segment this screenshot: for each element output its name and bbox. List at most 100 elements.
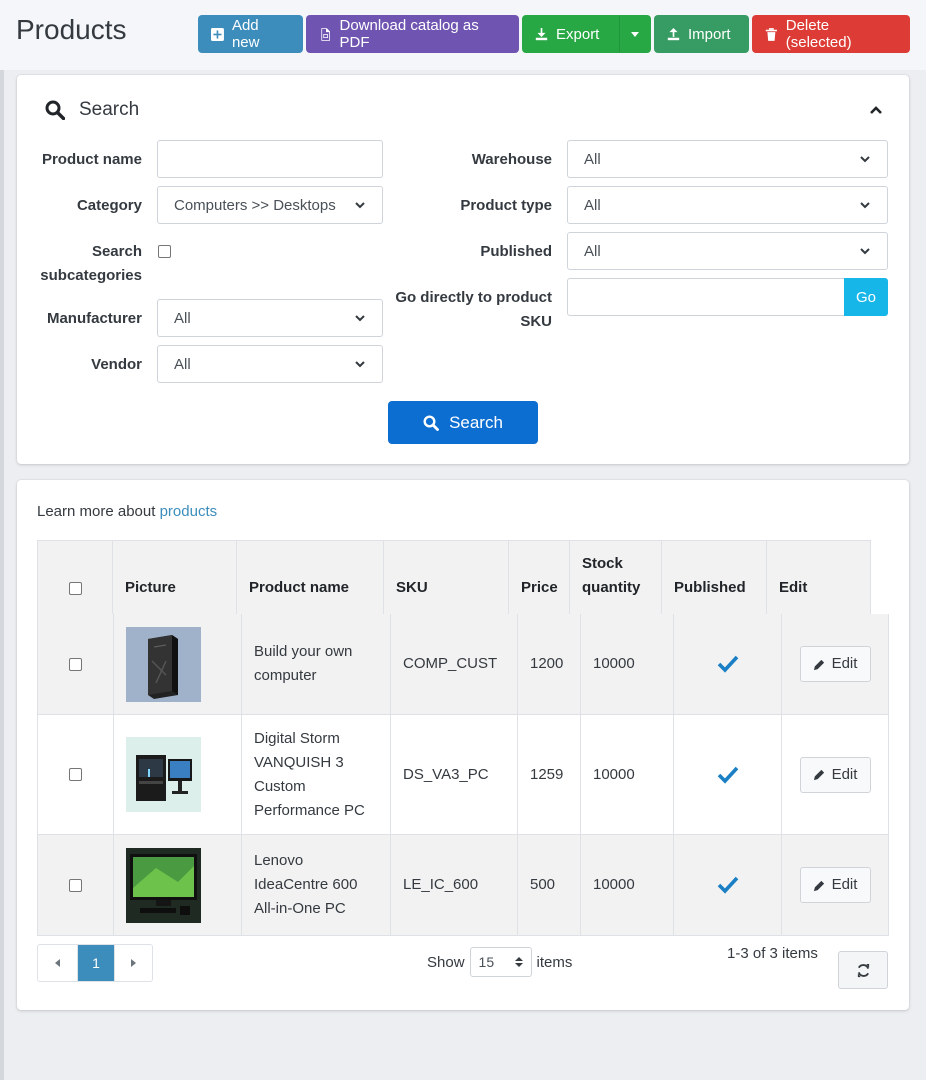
- pencil-icon: [813, 769, 824, 781]
- sort-arrows-icon: [514, 957, 523, 967]
- learn-more-text: Learn more about: [37, 503, 156, 520]
- published-value: All: [584, 242, 601, 260]
- products-list-panel: Learn more about products Picture Produc…: [17, 480, 909, 1010]
- search-panel-header[interactable]: Search: [45, 99, 139, 121]
- caret-down-icon: [631, 31, 640, 37]
- product-name-input[interactable]: [157, 140, 383, 178]
- edit-cell: Edit: [782, 614, 888, 714]
- product-type-select[interactable]: All: [567, 186, 888, 224]
- manufacturer-select[interactable]: All: [157, 299, 383, 337]
- row-checkbox[interactable]: [69, 878, 82, 892]
- chevron-up-icon[interactable]: [869, 103, 883, 117]
- go-to-sku-input[interactable]: [567, 278, 845, 316]
- check-icon: [717, 876, 738, 894]
- sidebar-edge: [0, 0, 4, 1080]
- file-pdf-icon: [321, 27, 330, 41]
- check-icon: [717, 766, 738, 784]
- search-button[interactable]: Search: [388, 401, 538, 444]
- stock-cell: 10000: [581, 715, 674, 834]
- warehouse-select[interactable]: All: [567, 140, 888, 178]
- column-header-product-name[interactable]: Product name: [237, 541, 384, 614]
- category-label: Category: [76, 197, 142, 214]
- product-name-cell: Digital Storm VANQUISH 3 Custom Performa…: [242, 715, 391, 834]
- price-cell: 500: [518, 835, 581, 935]
- product-picture[interactable]: [126, 737, 201, 812]
- edit-button-label: Edit: [831, 765, 858, 783]
- picture-cell: [114, 715, 242, 834]
- published-cell: [674, 835, 782, 935]
- search-panel: Search Product name Category Computers >…: [17, 75, 909, 464]
- product-type-value: All: [584, 196, 601, 214]
- learn-more: Learn more about products: [37, 503, 217, 520]
- header-select-all-cell: [38, 541, 113, 614]
- caret-left-icon: [55, 959, 60, 967]
- add-new-label: Add new: [231, 17, 260, 51]
- published-select[interactable]: All: [567, 232, 888, 270]
- table-row: Lenovo IdeaCentre 600 All-in-One PC LE_I…: [37, 835, 889, 936]
- delete-selected-button[interactable]: Delete (selected): [752, 15, 910, 53]
- products-help-link[interactable]: products: [160, 503, 218, 520]
- edit-button-label: Edit: [831, 876, 858, 893]
- vendor-value: All: [174, 355, 191, 373]
- product-picture[interactable]: [126, 847, 201, 923]
- download-icon: [535, 27, 548, 40]
- column-header-picture[interactable]: Picture: [113, 541, 237, 614]
- upload-icon: [667, 27, 680, 40]
- column-header-edit[interactable]: Edit: [767, 541, 871, 614]
- chevron-down-icon: [860, 248, 870, 255]
- chevron-down-icon: [860, 156, 870, 163]
- price-cell: 1259: [518, 715, 581, 834]
- add-new-button[interactable]: Add new: [198, 15, 303, 53]
- vendor-select[interactable]: All: [157, 345, 383, 383]
- column-header-published[interactable]: Published: [662, 541, 767, 614]
- column-header-sku[interactable]: SKU: [384, 541, 509, 614]
- price-cell: 1200: [518, 614, 581, 714]
- table-row: Digital Storm VANQUISH 3 Custom Performa…: [37, 715, 889, 835]
- search-subcategories-checkbox[interactable]: [158, 245, 171, 258]
- category-value: Computers >> Desktops: [174, 196, 336, 214]
- product-type-label: Product type: [460, 197, 552, 214]
- refresh-icon: [857, 963, 869, 977]
- previous-page-button[interactable]: [38, 945, 78, 981]
- export-main[interactable]: Export: [523, 16, 611, 52]
- import-label: Import: [688, 25, 731, 43]
- edit-button[interactable]: Edit: [799, 646, 871, 682]
- search-subcategories-label: Search subcategories: [40, 243, 142, 284]
- row-select-cell: [38, 614, 114, 714]
- page-size-select[interactable]: 15: [469, 947, 532, 977]
- items-label: items: [536, 953, 573, 971]
- check-icon: [717, 655, 738, 673]
- edit-button[interactable]: Edit: [799, 756, 871, 793]
- export-dropdown-toggle[interactable]: [619, 16, 650, 52]
- page-number-button[interactable]: 1: [78, 945, 114, 981]
- page-size-value: 15: [478, 954, 495, 970]
- search-icon: [45, 100, 65, 120]
- pencil-icon: [813, 659, 824, 670]
- vendor-label: Vendor: [91, 356, 142, 373]
- download-catalog-pdf-button[interactable]: Download catalog as PDF: [306, 15, 519, 53]
- page-title: Products: [16, 14, 127, 45]
- edit-button-label: Edit: [831, 655, 858, 672]
- product-picture[interactable]: [126, 626, 201, 702]
- column-header-stock-quantity[interactable]: Stock quantity: [570, 541, 662, 614]
- warehouse-value: All: [584, 150, 601, 168]
- row-checkbox[interactable]: [69, 657, 82, 671]
- next-page-button[interactable]: [114, 945, 152, 981]
- category-select[interactable]: Computers >> Desktops: [157, 186, 383, 224]
- column-header-price[interactable]: Price: [509, 541, 570, 614]
- go-button[interactable]: Go: [844, 278, 888, 316]
- pencil-icon: [813, 880, 824, 891]
- export-button[interactable]: Export: [522, 15, 651, 53]
- toolbar: Add new Download catalog as PDF Export I…: [198, 15, 910, 53]
- edit-button[interactable]: Edit: [799, 867, 871, 903]
- refresh-button[interactable]: [838, 951, 888, 989]
- chevron-down-icon: [860, 202, 870, 209]
- select-all-checkbox[interactable]: [68, 582, 82, 595]
- picture-cell: [114, 835, 242, 935]
- chevron-down-icon: [355, 361, 365, 368]
- published-cell: [674, 614, 782, 714]
- published-label: Published: [480, 243, 552, 260]
- row-select-cell: [38, 835, 114, 935]
- import-button[interactable]: Import: [654, 15, 749, 53]
- row-checkbox[interactable]: [69, 768, 82, 781]
